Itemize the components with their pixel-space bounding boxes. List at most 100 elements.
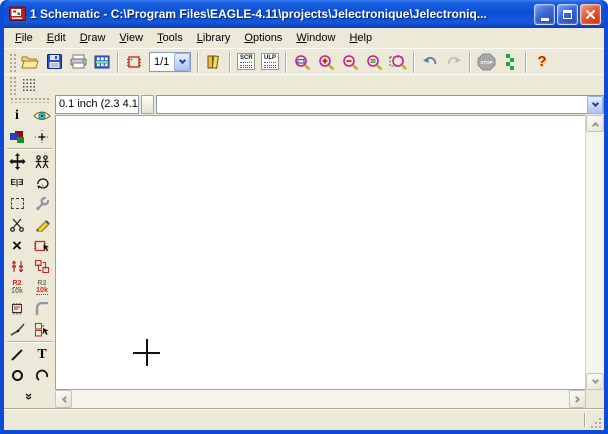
palette-drag-handle[interactable]	[9, 96, 51, 103]
minimize-button[interactable]	[534, 4, 555, 25]
copy-figures-icon	[34, 155, 50, 169]
toolbar-separator	[197, 51, 199, 73]
toolbar-separator	[117, 51, 119, 73]
name-tool[interactable]: R2 10k	[6, 277, 29, 298]
sheet-selector[interactable]: 1/1	[149, 52, 191, 72]
menu-help[interactable]: Help	[342, 30, 379, 46]
toolbar-drag-handle[interactable]	[8, 52, 16, 72]
board-button[interactable]	[122, 50, 146, 74]
save-button[interactable]	[42, 50, 66, 74]
command-combo[interactable]	[156, 95, 604, 114]
title-bar[interactable]: 1 Schematic - C:\Program Files\EAGLE-4.1…	[4, 0, 604, 28]
delete-tool[interactable]: ×	[6, 235, 29, 256]
invoke-tool[interactable]	[31, 319, 54, 340]
scroll-left-button[interactable]	[55, 390, 72, 408]
pinswap-tool[interactable]	[6, 256, 29, 277]
schematic-canvas[interactable]	[55, 115, 586, 390]
maximize-button[interactable]	[557, 4, 578, 25]
add-tool[interactable]	[31, 235, 54, 256]
toolbar-separator	[285, 51, 287, 73]
scroll-up-button[interactable]	[586, 115, 604, 132]
menu-view[interactable]: View	[112, 30, 150, 46]
editor-column: 0.1 inch (2.3 4.1)	[55, 94, 604, 408]
scroll-down-button[interactable]	[586, 373, 604, 390]
vertical-scroll-track[interactable]	[586, 132, 604, 373]
miter-tool[interactable]	[31, 298, 54, 319]
value-tool[interactable]: R2 10k	[31, 277, 54, 298]
printer-icon	[70, 54, 87, 69]
cut-tool[interactable]	[6, 214, 29, 235]
zoom-fit-button[interactable]	[290, 50, 314, 74]
info-tool[interactable]: i	[6, 105, 29, 126]
display-tool[interactable]	[6, 126, 29, 147]
undo-button[interactable]	[418, 50, 442, 74]
zoom-in-button[interactable]	[314, 50, 338, 74]
toolbar-separator	[413, 51, 415, 73]
grid-toolbar-drag-handle[interactable]	[8, 75, 16, 95]
print-button[interactable]	[66, 50, 90, 74]
smash-tool[interactable]	[6, 298, 29, 319]
zoom-out-button[interactable]	[338, 50, 362, 74]
split-tool[interactable]	[6, 319, 29, 340]
redo-button[interactable]	[442, 50, 466, 74]
command-input[interactable]	[157, 97, 587, 112]
horizontal-scroll-track[interactable]	[72, 390, 569, 408]
value-ref-label: R2	[38, 280, 47, 287]
coordinate-display: 0.1 inch (2.3 4.1)	[55, 95, 139, 114]
menu-window[interactable]: Window	[289, 30, 342, 46]
move-tool[interactable]	[6, 151, 29, 172]
open-button[interactable]	[18, 50, 42, 74]
sheet-selector-dropdown[interactable]	[174, 53, 190, 71]
horizontal-scrollbar[interactable]	[55, 390, 586, 408]
cam-processor-button[interactable]	[90, 50, 114, 74]
paste-tool[interactable]	[31, 214, 54, 235]
eye-icon	[33, 110, 51, 122]
change-tool[interactable]	[31, 193, 54, 214]
zoom-in-icon	[318, 54, 335, 70]
resize-grip[interactable]	[586, 409, 604, 431]
stop-sign-icon: STOP	[477, 53, 496, 71]
rotate-tool[interactable]	[31, 172, 54, 193]
arc-icon	[36, 369, 49, 382]
books-icon	[206, 54, 222, 69]
mirror-tool[interactable]: E|Ǝ	[6, 172, 29, 193]
board-chip-icon	[126, 55, 142, 69]
run-script-button[interactable]: SCR	[234, 50, 258, 74]
value-icon: R2 10k	[36, 280, 48, 295]
help-button[interactable]: ?	[530, 50, 554, 74]
arc-tool[interactable]	[31, 365, 54, 386]
menu-draw[interactable]: Draw	[73, 30, 113, 46]
traffic-light-button[interactable]	[498, 50, 522, 74]
chevron-left-icon	[61, 395, 68, 402]
mark-tool[interactable]	[31, 126, 54, 147]
group-tool[interactable]	[6, 193, 29, 214]
rotate-arrow-icon	[35, 175, 50, 190]
wrench-icon	[35, 196, 50, 211]
close-button[interactable]	[580, 4, 601, 25]
more-tools-button[interactable]: »	[18, 386, 41, 407]
run-ulp-button[interactable]: ULP	[258, 50, 282, 74]
miter-corner-icon	[35, 302, 50, 316]
show-tool[interactable]	[31, 105, 54, 126]
menu-options[interactable]: Options	[237, 30, 289, 46]
circle-tool[interactable]	[6, 365, 29, 386]
redraw-button[interactable]	[362, 50, 386, 74]
smash-chip-icon	[9, 302, 25, 316]
menu-tools[interactable]: Tools	[150, 30, 190, 46]
wire-tool[interactable]	[6, 344, 29, 365]
zoom-select-button[interactable]	[386, 50, 410, 74]
close-icon	[585, 9, 596, 20]
command-dropdown-button[interactable]	[587, 96, 603, 114]
command-assist-button[interactable]	[141, 95, 154, 114]
stop-button[interactable]: STOP	[474, 50, 498, 74]
menu-library[interactable]: Library	[190, 30, 238, 46]
use-library-button[interactable]	[202, 50, 226, 74]
scroll-right-button[interactable]	[569, 390, 586, 408]
vertical-scrollbar[interactable]	[586, 115, 604, 390]
menu-file[interactable]: File	[8, 30, 40, 46]
copy-tool[interactable]	[31, 151, 54, 172]
gateswap-tool[interactable]	[31, 256, 54, 277]
text-tool[interactable]: T	[31, 344, 54, 365]
menu-edit[interactable]: Edit	[40, 30, 73, 46]
grid-button[interactable]	[18, 76, 40, 94]
